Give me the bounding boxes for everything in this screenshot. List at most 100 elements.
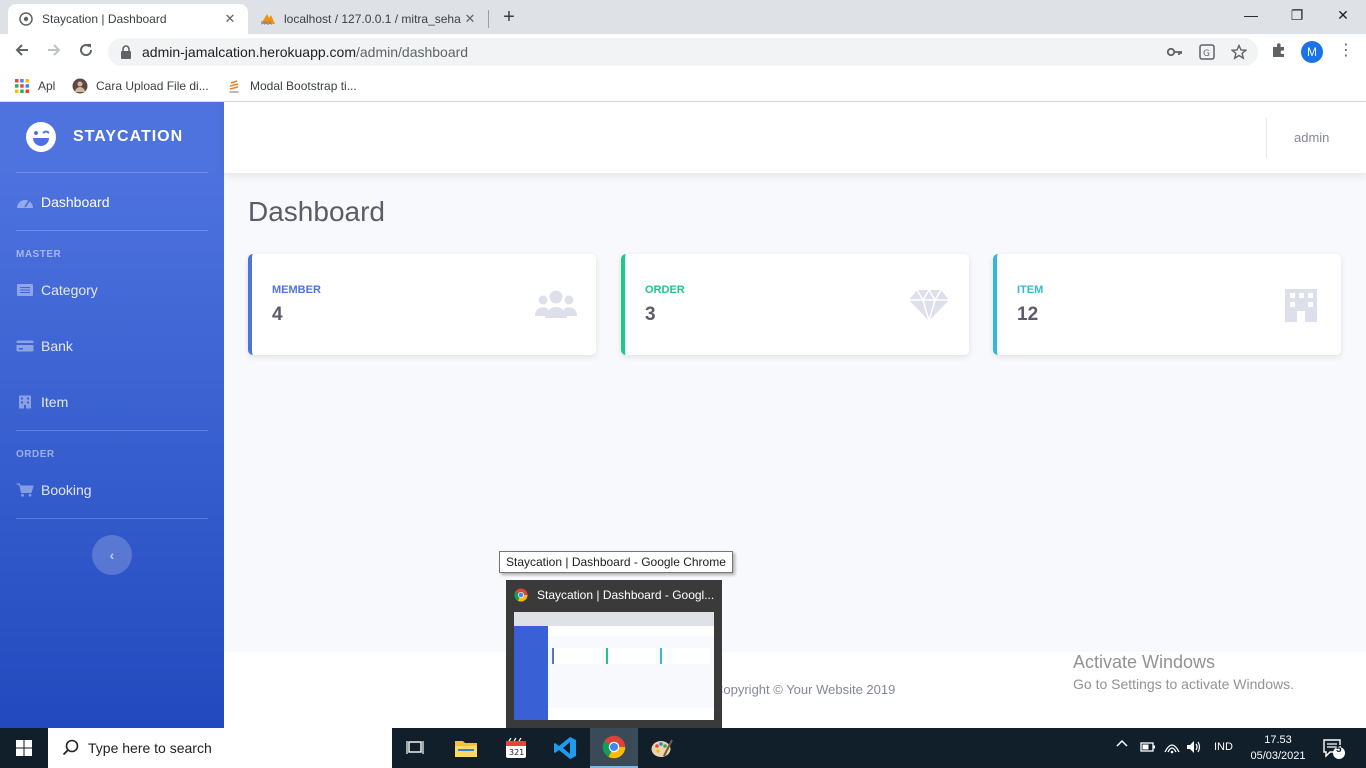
sidebar-item-label: Category — [41, 282, 98, 298]
new-tab-button[interactable]: + — [498, 6, 520, 28]
mini-footer — [548, 708, 714, 720]
thumbnail-image — [514, 612, 714, 720]
volume-icon[interactable] — [1186, 740, 1202, 757]
bookmark-label: Apl — [38, 79, 56, 93]
profile-avatar[interactable]: M — [1301, 41, 1323, 63]
start-button[interactable] — [0, 728, 48, 768]
menu-icon[interactable]: ⋮ — [1336, 40, 1356, 60]
vscode-icon[interactable] — [541, 728, 589, 768]
bookmark-cara-upload[interactable]: Cara Upload File di... — [72, 76, 209, 96]
clock-date: 05/03/2021 — [1250, 750, 1306, 762]
thumbnail-header: Staycation | Dashboard - Googl... — [514, 588, 714, 602]
windows-logo-icon — [16, 740, 32, 756]
mini-card — [660, 648, 710, 664]
bookmark-apps[interactable]: Apl — [14, 76, 55, 96]
stat-card-order: ORDER 3 — [621, 254, 969, 355]
close-window-button[interactable]: ✕ — [1320, 0, 1366, 30]
svg-text:PMA: PMA — [261, 21, 272, 26]
taskbar-thumbnail-preview[interactable]: Staycation | Dashboard - Googl... — [506, 580, 722, 728]
star-icon[interactable] — [1230, 43, 1248, 62]
tachometer-icon — [17, 200, 33, 208]
thumbnail-title: Staycation | Dashboard - Googl... — [537, 588, 715, 602]
stat-label: MEMBER — [272, 284, 321, 296]
bookmark-modal-bootstrap[interactable]: Modal Bootstrap ti... — [226, 76, 357, 96]
browser-toolbar: admin-jamalcation.herokuapp.com/admin/da… — [0, 34, 1366, 70]
sidebar-item-item[interactable]: Item — [16, 390, 208, 414]
media-app-icon[interactable]: 321 — [492, 728, 540, 768]
sidebar-item-label: Bank — [41, 338, 73, 354]
tab-title: Staycation | Dashboard — [42, 12, 167, 26]
window-tooltip: Staycation | Dashboard - Google Chrome — [499, 551, 733, 573]
tab-title: localhost / 127.0.0.1 / mitra_seha — [284, 12, 461, 26]
brand[interactable]: STAYCATION — [0, 102, 224, 172]
taskbar-search[interactable]: Type here to search — [48, 728, 392, 768]
clock[interactable]: 17.53 05/03/2021 — [1246, 732, 1310, 764]
activate-windows-watermark: Activate Windows Go to Settings to activ… — [1073, 652, 1294, 692]
search-placeholder: Type here to search — [88, 740, 212, 756]
user-dropdown[interactable]: admin — [1294, 130, 1329, 145]
credit-card-icon — [16, 340, 34, 352]
sidebar-toggle-button[interactable]: ‹ — [92, 535, 132, 575]
activate-subtitle: Go to Settings to activate Windows. — [1073, 676, 1294, 692]
reload-icon[interactable] — [74, 40, 98, 64]
topbar: admin — [224, 102, 1366, 173]
key-icon[interactable] — [1166, 44, 1184, 62]
mini-card — [606, 648, 656, 664]
sidebar-item-bank[interactable]: Bank — [16, 334, 208, 358]
stat-value: 4 — [272, 304, 283, 325]
sidebar-item-dashboard[interactable]: Dashboard — [16, 190, 208, 214]
tab-phpmyadmin[interactable]: PMA localhost / 127.0.0.1 / mitra_seha ✕ — [250, 4, 488, 34]
stat-label: ITEM — [1017, 284, 1044, 296]
wifi-icon[interactable] — [1164, 740, 1180, 757]
users-icon — [534, 290, 578, 318]
stack-icon — [229, 80, 239, 93]
sidebar-divider — [16, 518, 208, 519]
battery-icon[interactable] — [1140, 741, 1156, 756]
laugh-wink-icon — [26, 122, 56, 152]
forward-icon[interactable] — [42, 40, 66, 64]
browser-tabstrip: Staycation | Dashboard ✕ PMA localhost /… — [0, 0, 1366, 34]
stat-card-member: MEMBER 4 — [248, 254, 596, 355]
tab-staycation[interactable]: Staycation | Dashboard ✕ — [8, 4, 248, 34]
clock-time: 17.53 — [1264, 734, 1292, 746]
lock-icon[interactable] — [120, 45, 132, 59]
windows-taskbar: Type here to search 321 IND 17.53 05/03/… — [0, 728, 1366, 768]
minimize-button[interactable]: — — [1228, 0, 1274, 30]
cart-icon — [16, 483, 34, 497]
bookmark-label: Cara Upload File di... — [96, 79, 209, 93]
avatar-icon — [72, 78, 88, 94]
mini-sidebar — [514, 626, 548, 720]
paint-icon[interactable] — [638, 728, 686, 768]
sidebar-item-category[interactable]: Category — [16, 278, 208, 302]
building-icon — [19, 395, 31, 409]
mini-card — [552, 648, 602, 664]
phpmyadmin-icon: PMA — [260, 11, 276, 27]
building-icon — [1285, 289, 1317, 322]
chrome-taskbar-icon[interactable] — [590, 728, 638, 768]
list-icon — [17, 284, 33, 296]
language-indicator[interactable]: IND — [1214, 741, 1233, 753]
url-text: admin-jamalcation.herokuapp.com/admin/da… — [142, 44, 468, 60]
file-explorer-icon[interactable] — [442, 728, 490, 768]
url-path: /admin/dashboard — [356, 44, 469, 60]
sidebar-item-booking[interactable]: Booking — [16, 478, 208, 502]
address-bar[interactable]: admin-jamalcation.herokuapp.com/admin/da… — [108, 38, 1258, 66]
extensions-icon[interactable] — [1269, 42, 1289, 62]
task-view-icon[interactable] — [392, 728, 440, 768]
sidebar-heading-master: MASTER — [16, 249, 62, 260]
translate-icon[interactable]: G — [1198, 44, 1216, 62]
mini-topbar — [548, 626, 714, 636]
brand-name: STAYCATION — [73, 128, 184, 145]
sidebar-item-label: Dashboard — [41, 194, 110, 210]
close-icon[interactable]: ✕ — [222, 11, 238, 27]
svg-text:G: G — [1203, 49, 1210, 59]
maximize-button[interactable]: ❐ — [1274, 0, 1320, 30]
sidebar-item-label: Item — [41, 394, 69, 410]
notification-center-icon[interactable]: 5 — [1322, 738, 1346, 763]
chevron-up-icon[interactable] — [1116, 738, 1128, 753]
tab-divider — [488, 10, 489, 28]
chrome-icon — [514, 588, 528, 602]
close-icon[interactable]: ✕ — [462, 11, 478, 27]
stat-value: 3 — [645, 304, 656, 325]
back-icon[interactable] — [10, 40, 34, 64]
